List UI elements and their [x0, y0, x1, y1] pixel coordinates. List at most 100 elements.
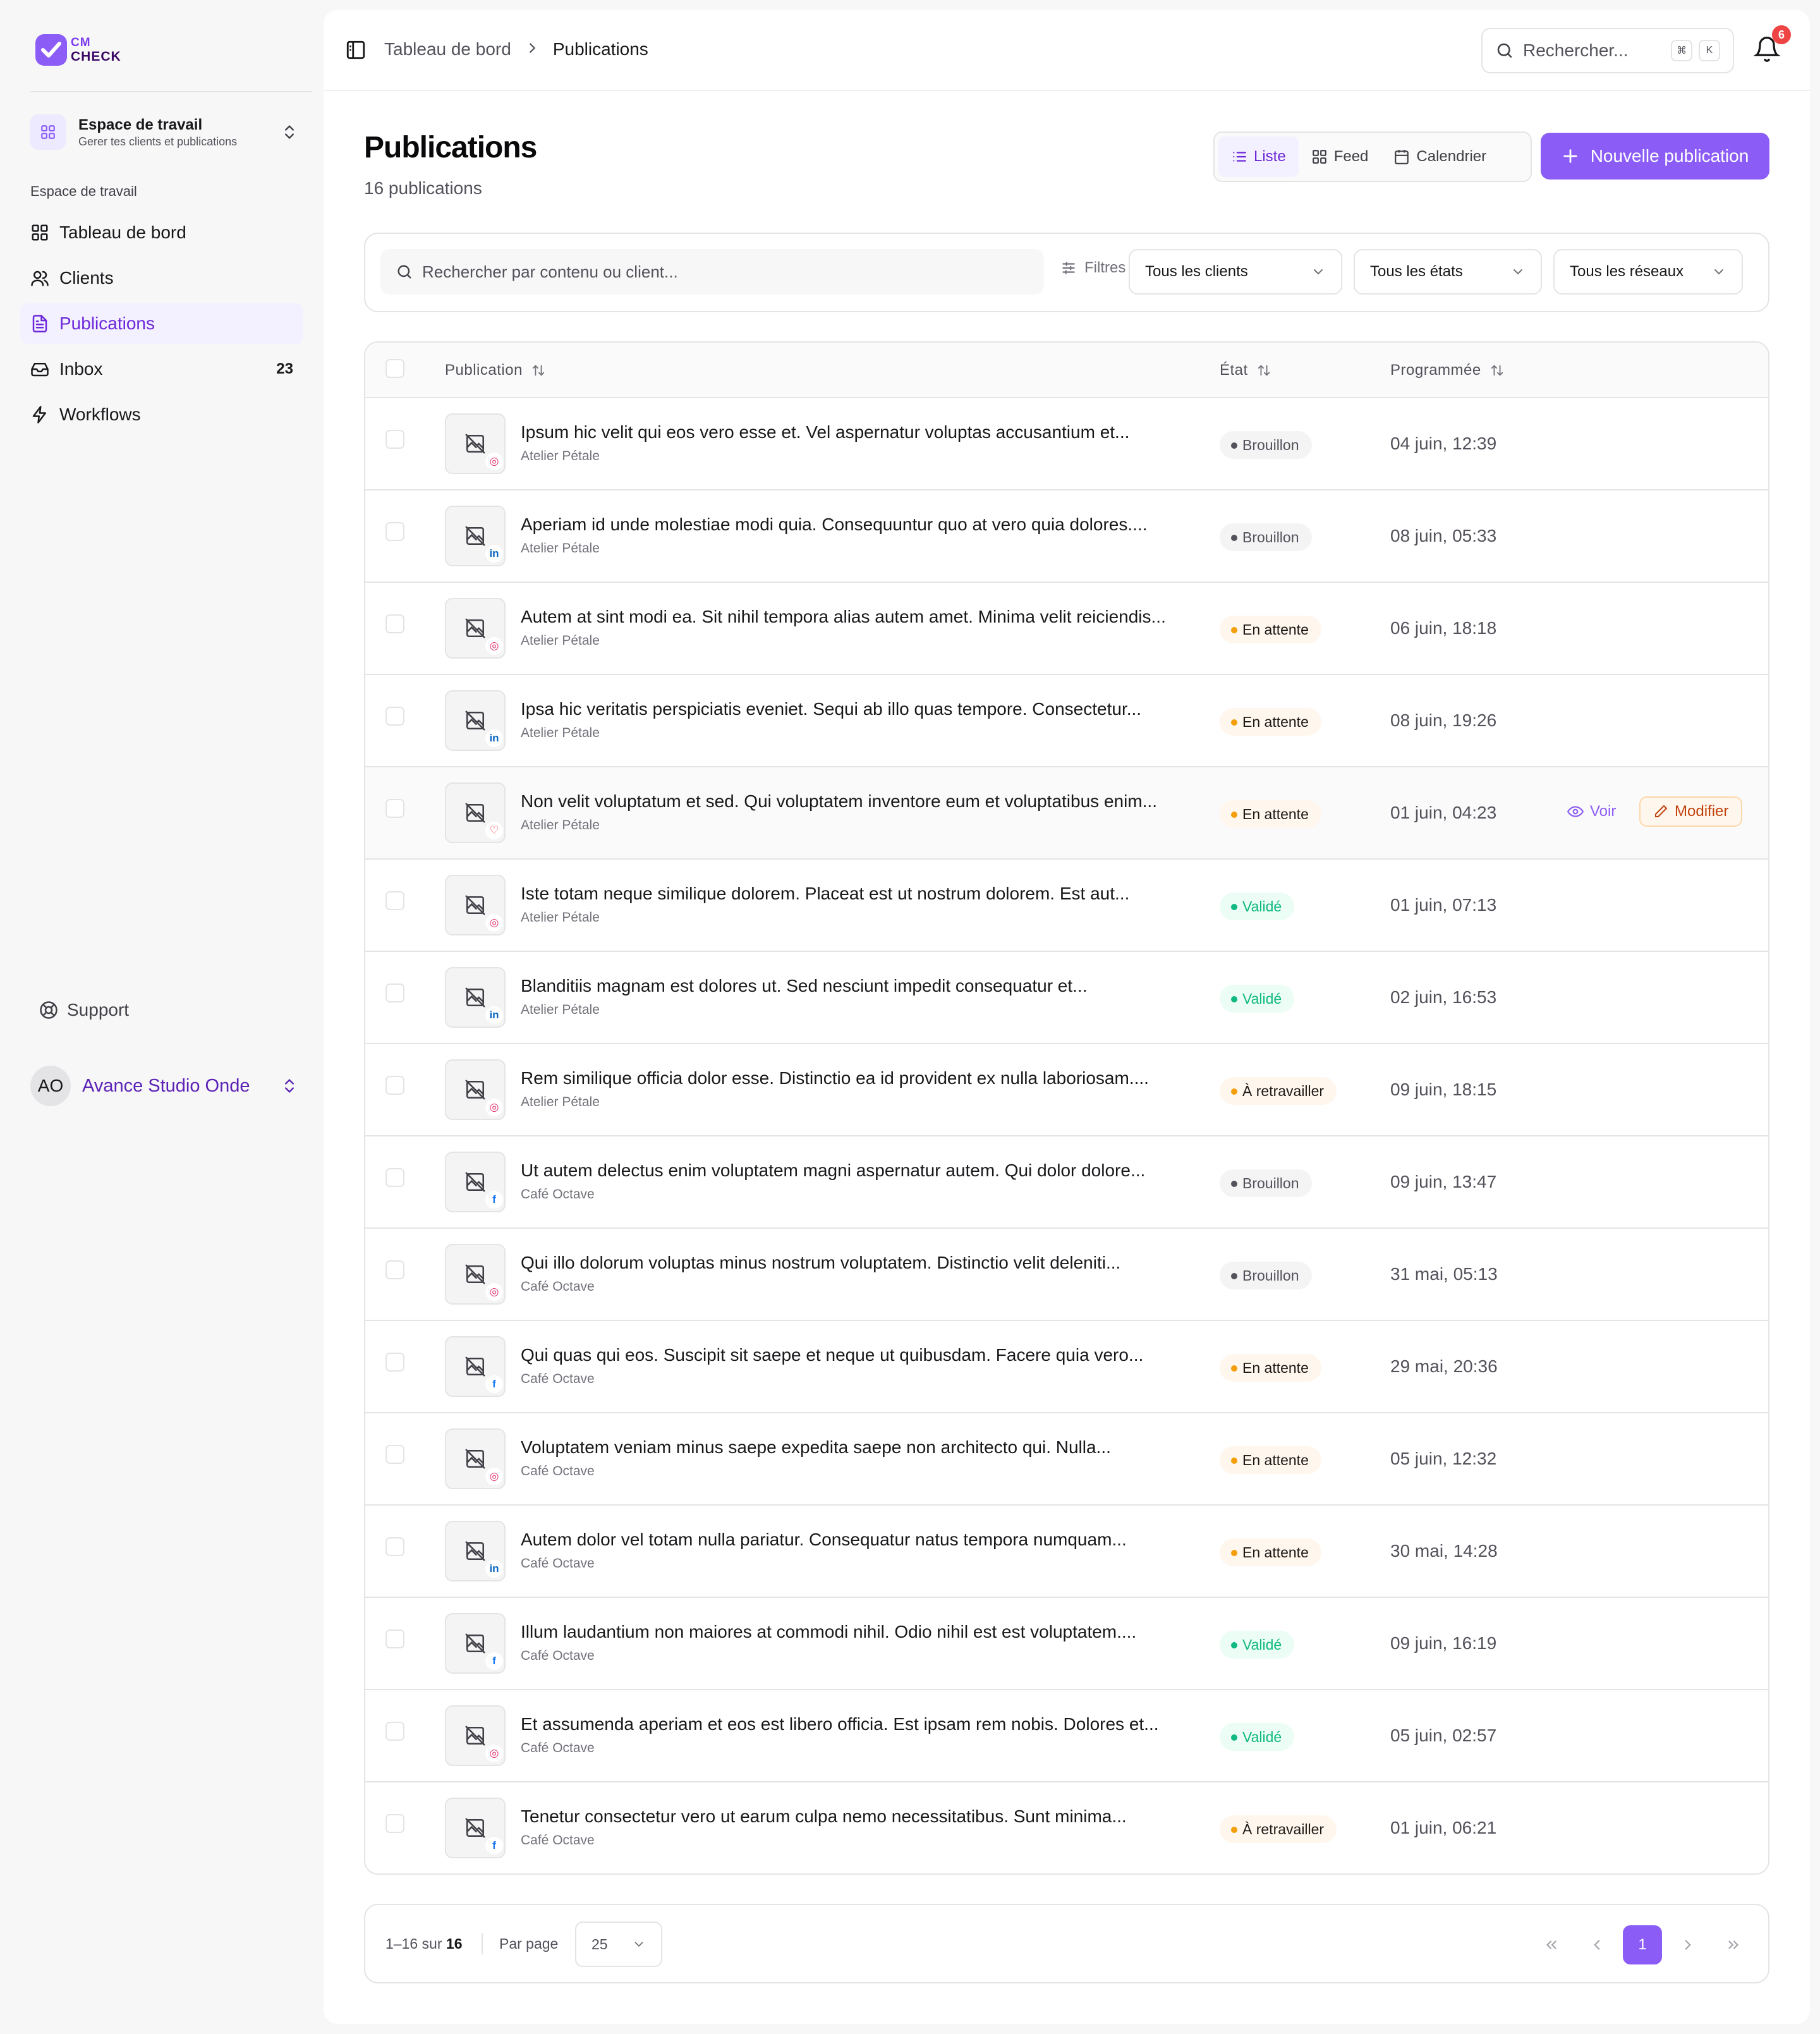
- image-off-icon: [465, 526, 485, 546]
- row-checkbox[interactable]: [385, 1722, 404, 1741]
- scheduled-date: 05 juin, 12:32: [1390, 1449, 1497, 1468]
- table-row[interactable]: ♡ Non velit voluptatum et sed. Qui volupt…: [365, 767, 1768, 860]
- sidebar-item-dashboard[interactable]: Tableau de bord: [20, 212, 303, 253]
- publication-client: Atelier Pétale: [521, 449, 600, 463]
- sidebar-nav: Tableau de bord Clients Publications Inb…: [20, 212, 303, 440]
- global-search[interactable]: Rechercher... ⌘ K: [1481, 28, 1734, 73]
- image-off-icon: [465, 1449, 485, 1469]
- row-checkbox[interactable]: [385, 891, 404, 910]
- breadcrumb-dashboard[interactable]: Tableau de bord: [384, 39, 511, 59]
- view-switcher: Liste Feed Calendrier: [1213, 131, 1532, 182]
- status-badge: Validé: [1220, 892, 1295, 920]
- row-checkbox[interactable]: [385, 1353, 404, 1372]
- support-link[interactable]: Support: [39, 1000, 129, 1020]
- table-row[interactable]: f Ut autem delectus enim voluptatem magni…: [365, 1136, 1768, 1229]
- publication-title[interactable]: Rem similique officia dolor esse. Distin…: [521, 1068, 1149, 1088]
- sort-icon: [1491, 365, 1503, 376]
- view-button[interactable]: Voir: [1567, 803, 1616, 820]
- table-row[interactable]: ◎ Qui illo dolorum voluptas minus nostrum…: [365, 1229, 1768, 1321]
- image-off-icon: [465, 987, 485, 1008]
- publication-title[interactable]: Ut autem delectus enim voluptatem magni …: [521, 1160, 1145, 1181]
- row-checkbox[interactable]: [385, 1537, 404, 1556]
- publication-title[interactable]: Ipsum hic velit qui eos vero esse et. Ve…: [521, 422, 1129, 442]
- user-menu[interactable]: AO Avance Studio Onde: [30, 1066, 298, 1106]
- table-row[interactable]: f Illum laudantium non maiores at commodi…: [365, 1598, 1768, 1690]
- table-row[interactable]: in Autem dolor vel totam nulla pariatur. …: [365, 1506, 1768, 1598]
- row-checkbox[interactable]: [385, 707, 404, 726]
- table-row[interactable]: ◎ Voluptatem veniam minus saepe expedita …: [365, 1413, 1768, 1506]
- clients-select[interactable]: Tous les clients: [1129, 249, 1342, 295]
- select-all-checkbox[interactable]: [385, 359, 404, 378]
- sidebar: CM CHECK Espace de travail Gerer tes cli…: [0, 0, 324, 2034]
- row-checkbox[interactable]: [385, 1445, 404, 1464]
- publication-title[interactable]: Et assumenda aperiam et eos est libero o…: [521, 1714, 1159, 1734]
- table-row[interactable]: ◎ Ipsum hic velit qui eos vero esse et. V…: [365, 398, 1768, 490]
- publication-title[interactable]: Autem at sint modi ea. Sit nihil tempora…: [521, 607, 1166, 627]
- brand-logo[interactable]: CM CHECK: [35, 34, 121, 66]
- table-row[interactable]: f Qui quas qui eos. Suscipit sit saepe et…: [365, 1321, 1768, 1413]
- row-checkbox[interactable]: [385, 1076, 404, 1095]
- row-checkbox[interactable]: [385, 522, 404, 541]
- sidebar-item-clients[interactable]: Clients: [20, 258, 303, 298]
- table-row[interactable]: ◎ Autem at sint modi ea. Sit nihil tempor…: [365, 583, 1768, 675]
- new-publication-button[interactable]: Nouvelle publication: [1541, 133, 1769, 180]
- publication-title[interactable]: Non velit voluptatum et sed. Qui volupta…: [521, 791, 1157, 812]
- first-page-button[interactable]: [1532, 1925, 1571, 1964]
- status-badge: Brouillon: [1220, 1262, 1312, 1289]
- instagram-icon: ◎: [485, 1468, 503, 1485]
- sidebar-item-workflows[interactable]: Workflows: [20, 394, 303, 435]
- row-checkbox[interactable]: [385, 1260, 404, 1279]
- page-1-button[interactable]: 1: [1623, 1925, 1662, 1964]
- row-checkbox[interactable]: [385, 984, 404, 1002]
- publication-client: Café Octave: [521, 1279, 595, 1294]
- publication-title[interactable]: Qui illo dolorum voluptas minus nostrum …: [521, 1253, 1120, 1273]
- workspace-title: Espace de travail: [78, 116, 203, 133]
- row-checkbox[interactable]: [385, 614, 404, 633]
- next-page-button[interactable]: [1668, 1925, 1708, 1964]
- content-search-input[interactable]: Rechercher par contenu ou client...: [380, 249, 1044, 295]
- table-row[interactable]: ◎ Rem similique officia dolor esse. Disti…: [365, 1044, 1768, 1136]
- sidebar-toggle-icon[interactable]: [345, 39, 367, 61]
- column-state[interactable]: État: [1220, 362, 1271, 379]
- publication-title[interactable]: Illum laudantium non maiores at commodi …: [521, 1622, 1136, 1642]
- column-scheduled[interactable]: Programmée: [1390, 362, 1504, 379]
- per-page-select[interactable]: 25: [575, 1921, 662, 1967]
- view-feed-button[interactable]: Feed: [1299, 137, 1381, 177]
- publication-title[interactable]: Qui quas qui eos. Suscipit sit saepe et …: [521, 1345, 1143, 1365]
- view-list-button[interactable]: Liste: [1218, 137, 1299, 177]
- networks-select[interactable]: Tous les réseaux: [1553, 249, 1743, 295]
- row-checkbox[interactable]: [385, 799, 404, 818]
- publication-title[interactable]: Ipsa hic veritatis perspiciatis eveniet.…: [521, 699, 1141, 719]
- column-publication[interactable]: Publication: [445, 362, 545, 379]
- table-row[interactable]: in Aperiam id unde molestiae modi quia. C…: [365, 490, 1768, 583]
- states-select[interactable]: Tous les états: [1354, 249, 1542, 295]
- view-calendar-button[interactable]: Calendrier: [1381, 137, 1499, 177]
- publication-title[interactable]: Iste totam neque similique dolorem. Plac…: [521, 884, 1129, 904]
- row-checkbox[interactable]: [385, 1814, 404, 1833]
- table-row[interactable]: in Ipsa hic veritatis perspiciatis evenie…: [365, 675, 1768, 767]
- publication-title[interactable]: Voluptatem veniam minus saepe expedita s…: [521, 1437, 1111, 1458]
- linkedin-icon: in: [485, 1560, 503, 1578]
- publication-title[interactable]: Tenetur consectetur vero ut earum culpa …: [521, 1806, 1127, 1827]
- breadcrumb-current: Publications: [552, 39, 648, 59]
- publication-client: Atelier Pétale: [521, 818, 600, 832]
- prev-page-button[interactable]: [1577, 1925, 1617, 1964]
- last-page-button[interactable]: [1714, 1925, 1753, 1964]
- publication-title[interactable]: Aperiam id unde molestiae modi quia. Con…: [521, 515, 1147, 535]
- row-checkbox[interactable]: [385, 430, 404, 449]
- table-row[interactable]: in Blanditiis magnam est dolores ut. Sed …: [365, 952, 1768, 1044]
- row-checkbox[interactable]: [385, 1168, 404, 1187]
- status-badge: Validé: [1220, 1631, 1295, 1659]
- table-row[interactable]: ◎ Iste totam neque similique dolorem. Pla…: [365, 860, 1768, 952]
- edit-button[interactable]: Modifier: [1639, 796, 1743, 827]
- table-row[interactable]: f Tenetur consectetur vero ut earum culpa…: [365, 1782, 1768, 1873]
- workspace-switcher[interactable]: Espace de travail Gerer tes clients et p…: [30, 111, 298, 153]
- publication-title[interactable]: Blanditiis magnam est dolores ut. Sed ne…: [521, 976, 1088, 996]
- table-row[interactable]: ◎ Et assumenda aperiam et eos est libero …: [365, 1690, 1768, 1782]
- row-checkbox[interactable]: [385, 1629, 404, 1648]
- image-off-icon: [465, 1264, 485, 1284]
- pagination-range: 1–16 sur 16: [385, 1935, 463, 1952]
- sidebar-item-inbox[interactable]: Inbox 23: [20, 349, 303, 389]
- publication-title[interactable]: Autem dolor vel totam nulla pariatur. Co…: [521, 1530, 1127, 1550]
- sidebar-item-publications[interactable]: Publications: [20, 303, 303, 344]
